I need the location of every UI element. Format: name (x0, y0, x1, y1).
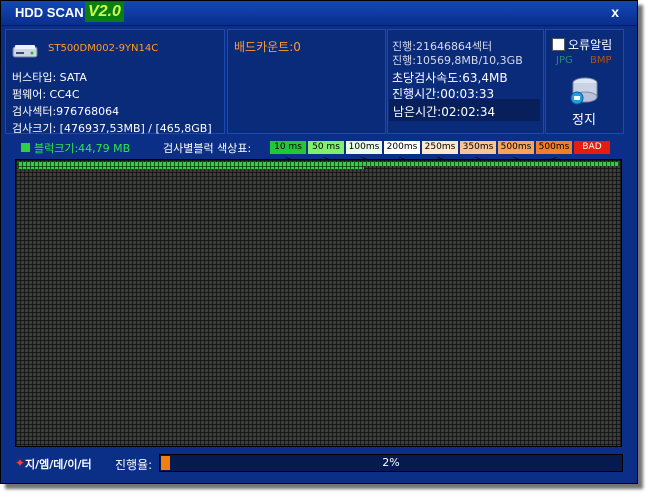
legend-item: 200ms > (383, 140, 421, 165)
options-panel: 오류알림 JPG BMP 정지 (545, 29, 624, 134)
drive-info-panel: ST500DM002-9YN14C 버스타입: SATA 펌웨어: CC4C 검… (5, 29, 225, 135)
legend-item: 50 ms > (307, 140, 345, 165)
progress-mb: 진행:10569,8MB/10,3GB (392, 54, 523, 67)
legend-item: 500ms > (497, 140, 535, 165)
legend-item: 250ms > (421, 140, 459, 165)
title-bar[interactable]: HDD SCAN V2.0 x (1, 1, 637, 26)
progress-bar: 2% (159, 454, 623, 472)
legend-item: BAD (573, 140, 611, 155)
app-title: HDD SCAN (15, 5, 84, 20)
jpg-option[interactable]: JPG (556, 55, 573, 66)
scan-sectors: 검사섹터:976768064 (12, 105, 120, 118)
progress-percent: 2% (382, 456, 400, 469)
brand-star-icon: ✦ (15, 456, 26, 470)
hdd-icon (12, 45, 38, 58)
progress-label: 진행율: (115, 458, 153, 472)
app-version: V2.0 (85, 2, 124, 22)
close-button[interactable]: x (611, 4, 619, 20)
legend-item: 350ms > (459, 140, 497, 165)
legend-item: 500ms < (535, 140, 573, 165)
firmware: 펌웨어: CC4C (12, 88, 80, 101)
bad-count-panel: 배드카운트:0 (227, 29, 386, 134)
bmp-option[interactable]: BMP (590, 55, 612, 66)
database-stop-icon (570, 77, 598, 105)
main-window: HDD SCAN V2.0 x ST500DM002-9YN14C 버스타입: … (0, 0, 638, 484)
remaining-box: 남은시간:02:02:34 (389, 99, 540, 121)
brand-name: 지/엠/데/이/터 (25, 458, 92, 471)
stop-button[interactable]: 정지 (562, 74, 608, 128)
drive-model: ST500DM002-9YN14C (48, 43, 159, 54)
scan-size: 검사크기: [476937,53MB] / [465,8GB] (12, 122, 212, 135)
scanned-blocks-row2 (18, 162, 619, 166)
legend-item: 10 ms > (269, 140, 307, 165)
error-alarm-label[interactable]: 오류알림 (568, 36, 612, 53)
error-alarm-checkbox[interactable] (552, 38, 565, 51)
legend-title: 검사별블럭 색상표: (163, 142, 252, 155)
bad-count: 배드카운트:0 (234, 40, 301, 54)
bus-type: 버스타입: SATA (12, 71, 87, 84)
block-size-swatch (21, 143, 30, 152)
block-map (15, 159, 622, 447)
stop-label: 정지 (572, 113, 596, 128)
scan-speed: 초당검사속도:63,4MB (392, 71, 508, 85)
block-size: 블럭크기:44,79 MB (34, 142, 131, 155)
legend-item: 100ms > (345, 140, 383, 165)
remaining-time: 남은시간:02:02:34 (393, 105, 496, 119)
